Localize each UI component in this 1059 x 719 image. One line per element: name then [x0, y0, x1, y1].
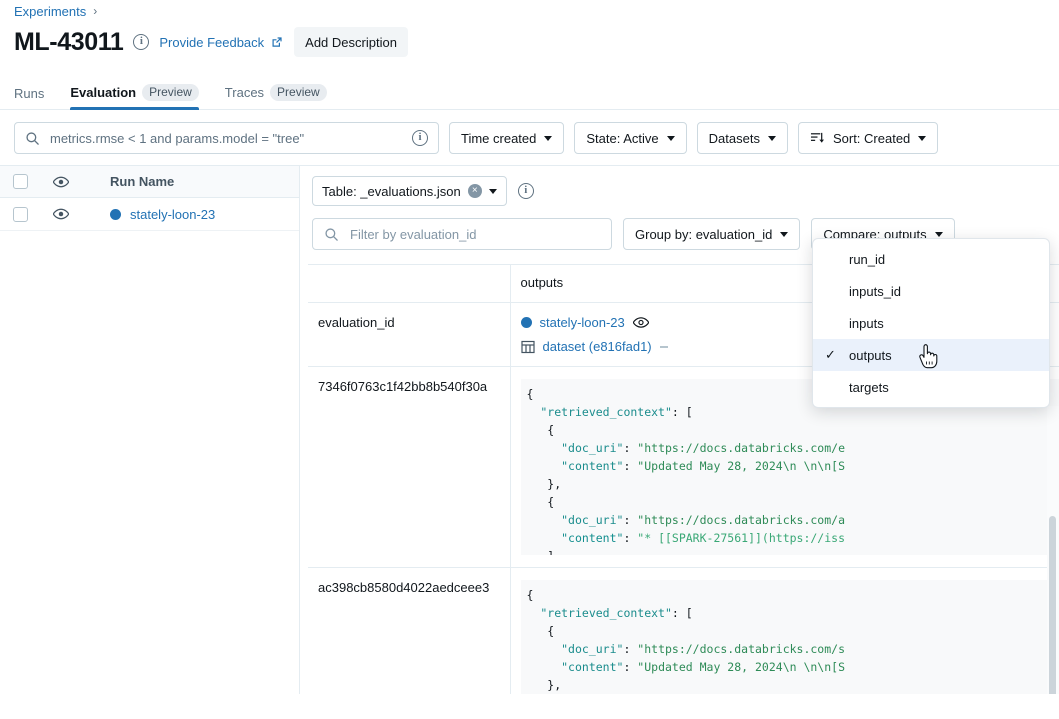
menu-item-label: inputs [849, 316, 884, 331]
datasets-filter[interactable]: Datasets [697, 122, 788, 154]
chevron-down-icon [544, 136, 552, 141]
search-input[interactable] [48, 130, 404, 147]
search-icon [25, 131, 40, 146]
menu-item-inputs-id[interactable]: inputs_id [813, 275, 1049, 307]
table-selector[interactable]: Table: _evaluations.json × [312, 176, 507, 206]
run-color-dot [521, 317, 532, 328]
breadcrumb: Experiments › [14, 0, 1045, 20]
search-runs-box[interactable]: i [14, 122, 439, 154]
tab-evaluation[interactable]: Evaluation Preview [70, 84, 198, 109]
eye-icon[interactable] [53, 176, 69, 188]
visibility-header-cell [40, 176, 82, 188]
menu-item-inputs[interactable]: inputs [813, 307, 1049, 339]
evaluation-id-label: evaluation_id [308, 303, 510, 367]
chevron-down-icon [918, 136, 926, 141]
vertical-scrollbar-thumb[interactable] [1049, 516, 1056, 694]
filter-toolbar: i Time created State: Active Datasets So… [0, 110, 1059, 165]
state-filter[interactable]: State: Active [574, 122, 686, 154]
page-header: Experiments › ML-43011 i Provide Feedbac… [0, 0, 1059, 62]
table-icon [521, 340, 535, 354]
page-title: ML-43011 [14, 28, 123, 57]
tab-traces-badge: Preview [270, 84, 327, 101]
breadcrumb-link-experiments[interactable]: Experiments [14, 4, 86, 19]
tab-traces-label: Traces [225, 85, 264, 100]
eye-icon[interactable] [633, 317, 649, 328]
table-selector-label: Table: _evaluations.json [322, 184, 461, 199]
group-by-selector[interactable]: Group by: evaluation_id [623, 218, 800, 250]
row-visibility-cell [40, 208, 82, 220]
time-created-label: Time created [461, 131, 536, 146]
menu-item-targets[interactable]: targets [813, 371, 1049, 403]
evaluation-toolbar-row-1: Table: _evaluations.json × i [312, 176, 1047, 206]
runs-table-header: Run Name [0, 166, 299, 198]
provide-feedback-link[interactable]: Provide Feedback [159, 35, 284, 50]
sort-filter[interactable]: Sort: Created [798, 122, 938, 154]
sort-icon [810, 131, 825, 145]
evaluation-id-cell: 7346f0763c1f42bb8b540f30a [308, 367, 510, 568]
table-info-icon[interactable]: i [518, 183, 534, 199]
check-icon: ✓ [825, 347, 849, 363]
run-name-header: Run Name [82, 174, 299, 189]
table-row[interactable]: ac398cb8580d4022aedceee3 { "retrieved_co… [308, 568, 1059, 695]
chevron-right-icon: › [93, 4, 97, 18]
state-label: State: Active [586, 131, 658, 146]
menu-item-label: inputs_id [849, 284, 901, 299]
dataset-link[interactable]: dataset (e816fad1) [543, 339, 652, 354]
menu-item-run-id[interactable]: run_id [813, 243, 1049, 275]
chevron-down-icon [768, 136, 776, 141]
runs-panel: Run Name stately-loon-23 [0, 166, 300, 694]
tab-evaluation-badge: Preview [142, 84, 199, 101]
compare-dropdown-menu: run_id inputs_id inputs ✓ outputs target… [812, 238, 1050, 408]
row-checkbox[interactable] [13, 207, 28, 222]
tab-traces[interactable]: Traces Preview [225, 84, 327, 109]
add-description-button[interactable]: Add Description [294, 27, 408, 57]
evaluation-id-text: 7346f0763c1f42bb8b540f30a [318, 379, 500, 394]
run-name-cell: stately-loon-23 [82, 207, 299, 222]
evaluation-id-text: ac398cb8580d4022aedceee3 [318, 580, 500, 595]
close-icon[interactable]: × [468, 184, 482, 198]
chevron-down-icon [489, 189, 497, 194]
menu-item-label: run_id [849, 252, 885, 267]
chevron-down-icon [667, 136, 675, 141]
menu-item-outputs[interactable]: ✓ outputs [813, 339, 1049, 371]
filter-evaluation-box[interactable] [312, 218, 612, 250]
search-icon [324, 227, 339, 242]
menu-item-label: outputs [849, 348, 892, 363]
eye-icon[interactable] [53, 208, 69, 220]
evaluation-id-cell: ac398cb8580d4022aedceee3 [308, 568, 510, 695]
run-name-link[interactable]: stately-loon-23 [130, 207, 215, 222]
row-select-cell [0, 207, 40, 222]
tab-bar: Runs Evaluation Preview Traces Preview [0, 80, 1059, 110]
run-name-link[interactable]: stately-loon-23 [540, 315, 625, 330]
tab-runs[interactable]: Runs [14, 86, 44, 109]
outputs-json-cell: { "retrieved_context": [ { "doc_uri": "h… [510, 568, 1059, 695]
select-all-cell [0, 174, 40, 189]
provide-feedback-label: Provide Feedback [159, 35, 264, 50]
header-cell-blank [308, 265, 510, 303]
run-color-dot [110, 209, 121, 220]
dash-icon [660, 346, 668, 348]
chevron-down-icon [780, 232, 788, 237]
json-viewer: { "retrieved_context": [ { "doc_uri": "h… [521, 580, 1059, 694]
tab-runs-label: Runs [14, 86, 44, 101]
chevron-down-icon [935, 232, 943, 237]
sort-label: Sort: Created [833, 131, 910, 146]
select-all-checkbox[interactable] [13, 174, 28, 189]
search-info-icon[interactable]: i [412, 130, 428, 146]
external-link-icon [270, 35, 284, 49]
info-icon[interactable]: i [133, 34, 149, 50]
title-row: ML-43011 i Provide Feedback Add Descript… [14, 22, 1045, 62]
menu-item-label: targets [849, 380, 889, 395]
group-by-label: Group by: evaluation_id [635, 227, 772, 242]
time-created-filter[interactable]: Time created [449, 122, 564, 154]
datasets-label: Datasets [709, 131, 760, 146]
filter-evaluation-input[interactable] [348, 226, 600, 243]
tab-evaluation-label: Evaluation [70, 85, 136, 100]
table-row[interactable]: stately-loon-23 [0, 198, 299, 231]
